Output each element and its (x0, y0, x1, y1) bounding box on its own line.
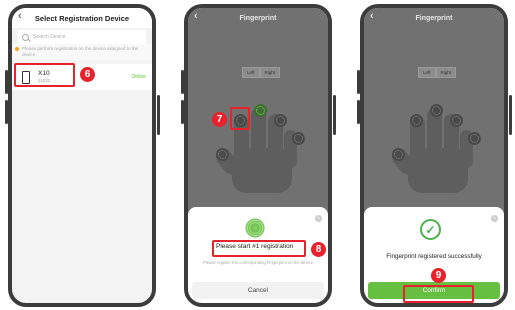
highlight-finger (230, 107, 250, 130)
success-check-icon: ✓ (420, 219, 441, 240)
phone-select-device: ‹ Select Registration Device Search Devi… (8, 4, 156, 307)
back-icon[interactable]: ‹ (194, 10, 198, 22)
page-title: Fingerprint (415, 14, 453, 22)
header: ‹ Fingerprint (364, 8, 504, 28)
left-hand-tab[interactable]: Left (242, 67, 260, 78)
header: ‹ Select Registration Device (12, 8, 152, 28)
notice-banner: Please perform registration on the devic… (12, 44, 152, 60)
close-icon[interactable]: × (491, 215, 498, 222)
phone-fingerprint-start: ‹ Fingerprint Left Right × Please start … (184, 4, 332, 307)
hand-toggle: Left Right (242, 67, 281, 78)
step-badge-9: 9 (431, 268, 446, 283)
right-hand-tab[interactable]: Right (259, 67, 281, 78)
highlight-device (14, 63, 75, 87)
highlight-prompt (212, 240, 306, 257)
fingerprint-little-icon[interactable] (292, 132, 305, 145)
phone-side-button (509, 95, 512, 135)
phone-fingerprint-success: ‹ Fingerprint Left Right × ✓ Fingerprint… (360, 4, 508, 307)
highlight-confirm (403, 285, 474, 303)
success-message: Fingerprint registered successfully (386, 253, 482, 260)
fingerprint-thumb-icon[interactable] (392, 148, 405, 161)
page-title: Select Registration Device (34, 13, 130, 23)
fingerprint-ring-icon[interactable] (450, 114, 463, 127)
status-badge: Online (131, 74, 146, 80)
notice-text: Please perform registration on the devic… (22, 46, 139, 57)
fingerprint-little-icon[interactable] (468, 132, 481, 145)
fingerprint-middle-icon[interactable] (430, 104, 443, 117)
step-badge-8: 8 (311, 242, 326, 257)
fingerprint-ring-icon[interactable] (274, 114, 287, 127)
left-hand-tab[interactable]: Left (418, 67, 436, 78)
phone-side-button (157, 95, 160, 135)
back-icon[interactable]: ‹ (370, 10, 374, 22)
search-placeholder: Search Device (33, 34, 66, 40)
step-badge-6: 6 (80, 67, 95, 82)
search-input[interactable]: Search Device (18, 30, 146, 44)
search-icon (22, 33, 29, 41)
header: ‹ Fingerprint (188, 8, 328, 28)
fingerprint-icon (244, 217, 266, 239)
hand-toggle: Left Right (418, 67, 457, 78)
close-icon[interactable]: × (315, 215, 322, 222)
cancel-button[interactable]: Cancel (192, 282, 324, 299)
registration-hint: Please register the corresponding Finger… (203, 260, 313, 265)
phone-side-button (333, 95, 336, 135)
back-icon[interactable]: ‹ (18, 10, 22, 22)
page-title: Fingerprint (239, 14, 277, 22)
warning-icon (15, 47, 19, 51)
right-hand-tab[interactable]: Right (435, 67, 457, 78)
step-badge-7: 7 (212, 112, 227, 127)
fingerprint-thumb-icon[interactable] (216, 148, 229, 161)
fingerprint-middle-icon[interactable] (254, 104, 267, 117)
fingerprint-index-icon[interactable] (410, 114, 423, 127)
